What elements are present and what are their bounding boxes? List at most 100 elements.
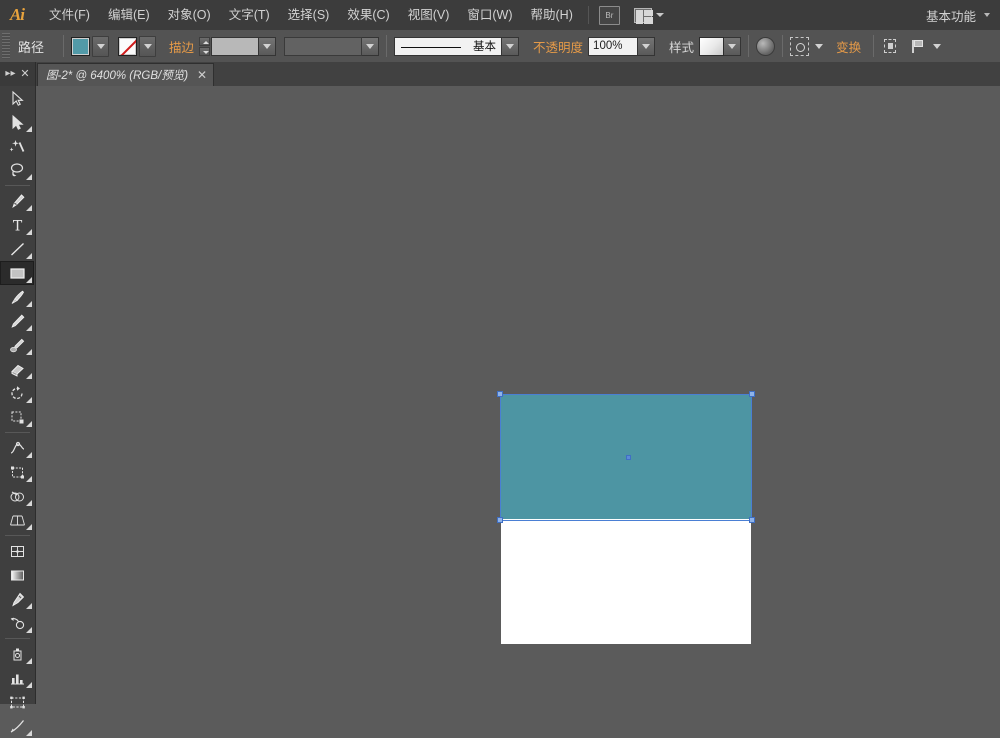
menu-effect[interactable]: 效果(C) (338, 0, 398, 30)
bridge-icon[interactable]: Br (599, 6, 620, 25)
free-transform-tool[interactable] (0, 460, 34, 484)
eraser-tool[interactable] (0, 357, 34, 381)
fill-color-swatch[interactable] (71, 37, 90, 56)
artboard-tool[interactable] (0, 690, 34, 714)
width-tool[interactable] (0, 436, 34, 460)
blob-brush-tool[interactable] (0, 333, 34, 357)
gradient-tool[interactable] (0, 563, 34, 587)
perspective-grid-tool[interactable] (0, 508, 34, 532)
close-panel-icon[interactable]: ✕ (20, 69, 29, 80)
opacity-dropdown[interactable] (638, 37, 655, 56)
stroke-color-swatch-none[interactable] (118, 37, 137, 56)
tool-flyout-indicator[interactable] (26, 397, 32, 403)
menu-help[interactable]: 帮助(H) (522, 0, 582, 30)
anchor-point-top-left[interactable] (497, 391, 503, 397)
rotate-tool[interactable] (0, 381, 34, 405)
type-tool[interactable]: T (0, 213, 34, 237)
tool-flyout-indicator[interactable] (26, 730, 32, 736)
menu-type[interactable]: 文字(T) (220, 0, 279, 30)
tool-flyout-indicator[interactable] (26, 603, 32, 609)
menu-view[interactable]: 视图(V) (399, 0, 459, 30)
variable-width-input[interactable] (284, 37, 362, 56)
style-label[interactable]: 样式 (664, 37, 699, 56)
graphic-style-swatch[interactable] (699, 37, 724, 56)
tool-flyout-indicator[interactable] (26, 524, 32, 530)
tool-flyout-indicator[interactable] (26, 229, 32, 235)
workspace-switcher[interactable]: 基本功能 (926, 6, 1000, 25)
tool-flyout-indicator[interactable] (26, 126, 32, 132)
tool-flyout-indicator[interactable] (26, 658, 32, 664)
menu-window[interactable]: 窗口(W) (458, 0, 521, 30)
arrange-dropdown-button[interactable] (929, 37, 944, 56)
stroke-weight-input[interactable] (211, 37, 259, 56)
opacity-label[interactable]: 不透明度 (528, 37, 588, 56)
tool-flyout-indicator[interactable] (26, 452, 32, 458)
document-tab[interactable]: 图-2* @ 6400% (RGB/预览) ✕ (37, 63, 214, 86)
paintbrush-tool[interactable] (0, 285, 34, 309)
tool-flyout-indicator[interactable] (26, 301, 32, 307)
pencil-tool[interactable] (0, 309, 34, 333)
align-objects-icon[interactable] (881, 37, 900, 56)
tool-flyout-indicator[interactable] (26, 174, 32, 180)
tool-flyout-indicator[interactable] (26, 476, 32, 482)
mesh-tool[interactable] (0, 539, 34, 563)
menu-select[interactable]: 选择(S) (279, 0, 339, 30)
selection-tool[interactable] (0, 86, 34, 110)
tool-flyout-indicator[interactable] (26, 500, 32, 506)
opacity-mask-icon[interactable] (756, 37, 775, 56)
rectangle-tool[interactable] (0, 261, 34, 285)
graphic-style-dropdown[interactable] (724, 37, 741, 56)
close-icon[interactable]: ✕ (197, 68, 207, 82)
arrange-documents-icon[interactable] (634, 7, 654, 24)
stroke-swatch-group[interactable] (118, 36, 156, 57)
anchor-point-bottom-right[interactable] (749, 517, 755, 523)
stroke-weight-label[interactable]: 描边 (164, 37, 199, 56)
fill-swatch-group[interactable] (71, 36, 109, 57)
slice-tool[interactable] (0, 714, 34, 738)
tool-flyout-indicator[interactable] (26, 682, 32, 688)
stroke-weight-dropdown[interactable] (259, 37, 276, 56)
stroke-dropdown-button[interactable] (139, 36, 156, 57)
stroke-profile-dropdown[interactable] (502, 37, 519, 56)
menubar-divider (588, 6, 589, 24)
scale-tool[interactable] (0, 405, 34, 429)
lasso-tool[interactable] (0, 158, 34, 182)
expand-panel-icon[interactable]: ▸▸ (5, 69, 15, 79)
tool-flyout-indicator[interactable] (26, 205, 32, 211)
opacity-input[interactable]: 100% (588, 37, 638, 56)
blend-tool[interactable] (0, 611, 34, 635)
line-segment-tool[interactable] (0, 237, 34, 261)
stroke-weight-stepper[interactable] (199, 37, 210, 56)
control-bar-grip[interactable] (2, 33, 10, 59)
pen-tool[interactable] (0, 189, 34, 213)
tool-flyout-indicator[interactable] (26, 277, 32, 283)
menu-file[interactable]: 文件(F) (40, 0, 99, 30)
tool-flyout-indicator[interactable] (26, 349, 32, 355)
svg-text:T: T (12, 218, 22, 234)
anchor-point-top-right[interactable] (749, 391, 755, 397)
eyedropper-tool[interactable] (0, 587, 34, 611)
white-rectangle[interactable] (501, 519, 751, 644)
magic-wand-tool[interactable] (0, 134, 34, 158)
isolate-dropdown-button[interactable] (811, 37, 826, 56)
tool-flyout-indicator[interactable] (26, 325, 32, 331)
chevron-down-icon (144, 44, 152, 49)
tool-flyout-indicator[interactable] (26, 373, 32, 379)
shape-builder-tool[interactable] (0, 484, 34, 508)
direct-selection-tool[interactable] (0, 110, 34, 134)
tool-flyout-indicator[interactable] (26, 627, 32, 633)
isolate-selection-icon[interactable] (790, 37, 809, 56)
fill-dropdown-button[interactable] (92, 36, 109, 57)
menu-edit[interactable]: 编辑(E) (99, 0, 159, 30)
transform-label[interactable]: 变换 (831, 37, 866, 56)
arrange-objects-icon[interactable] (908, 37, 927, 56)
column-graph-tool[interactable] (0, 666, 34, 690)
symbol-sprayer-tool[interactable] (0, 642, 34, 666)
tool-flyout-indicator[interactable] (26, 253, 32, 259)
anchor-point-bottom-left[interactable] (497, 517, 503, 523)
variable-width-dropdown[interactable] (362, 37, 379, 56)
stroke-profile-display[interactable]: 基本 (394, 37, 502, 56)
canvas-area[interactable] (36, 86, 1000, 704)
menu-object[interactable]: 对象(O) (159, 0, 220, 30)
tool-flyout-indicator[interactable] (26, 421, 32, 427)
